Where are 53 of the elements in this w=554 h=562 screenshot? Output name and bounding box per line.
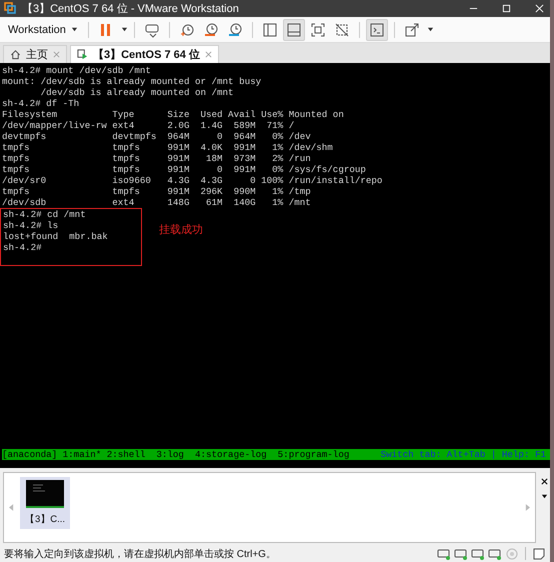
home-icon <box>10 49 21 60</box>
terminal-line: sh-4.2# mount /dev/sdb /mnt <box>2 65 152 76</box>
maximize-icon[interactable] <box>502 4 511 13</box>
terminal-line: lost+found mbr.bak <box>3 231 109 242</box>
fullscreen-icon <box>310 22 326 38</box>
vm-thumbnail[interactable]: 【3】C... <box>20 477 70 530</box>
close-icon[interactable] <box>541 478 548 486</box>
note-icon[interactable] <box>532 546 546 561</box>
terminal-line: sh-4.2# ls <box>3 220 60 232</box>
terminal-line: /dev/sdb is already mounted on /mnt <box>40 87 235 98</box>
vm-console[interactable] <box>0 63 550 468</box>
hard-disk-icon[interactable] <box>437 546 451 561</box>
close-tab-icon[interactable] <box>204 51 212 58</box>
annotation-text: 挂载成功 <box>159 223 203 238</box>
crossed-square-icon <box>334 22 350 38</box>
terminal-line: sh-4.2# <box>3 242 43 254</box>
bottom-panel-icon <box>286 22 302 38</box>
terminal-line: mount: /dev/sdb is already mounted or /mnt busy <box>2 76 262 88</box>
terminal-line: /dev/sr0 iso9660 4.3G 4.3G 0 100% /run/install/repo <box>2 175 384 186</box>
status-tabs: [anaconda] 1:main* 2:shell 3:log 4:storage-log 5:program-log <box>2 449 350 460</box>
window-title: 【3】CentOS 7 64 位 - VMware Workstation <box>22 2 239 16</box>
dropdown-icon[interactable] <box>541 493 548 500</box>
status-message: 要将输入定向到该虚拟机，请在虚拟机内部单击或按 Ctrl+G。 <box>4 548 276 561</box>
resize-icon <box>404 22 420 38</box>
workstation-menu[interactable]: Workstation <box>4 22 82 38</box>
clock-icon <box>202 22 219 38</box>
tab[interactable]: 【3】CentOS 7 64 位 <box>70 45 219 64</box>
terminal-line: /dev/mapper/live-rw ext4 2.0G 1.4G 589M 71% / <box>2 120 296 132</box>
caret-icon <box>70 26 78 34</box>
hard-disk-icon[interactable] <box>454 546 468 561</box>
bottom-panel-button[interactable] <box>282 18 305 41</box>
status-help: Switch tab: Alt+Tab | Help: F1 <box>380 449 546 460</box>
terminal-line: devtmpfs devtmpfs 964M 0 964M 0% /dev <box>2 131 312 142</box>
terminal-line: Filesystem Type Size Used Avail Use% Mounted on <box>2 109 345 120</box>
caret-icon[interactable] <box>426 26 434 34</box>
tab[interactable]: 主页 <box>3 45 67 64</box>
terminal-line: tmpfs tmpfs 991M 4.0K 991M 1% /dev/shm <box>2 142 334 154</box>
clock-icon <box>178 22 195 38</box>
console-preview-icon <box>26 480 64 508</box>
terminal-line: sh-4.2# df -Th <box>2 98 80 110</box>
caret-icon[interactable] <box>120 26 128 34</box>
app-logo-icon <box>4 2 16 14</box>
side-panel-icon <box>262 22 278 38</box>
terminal-line: /dev/sdb ext4 148G 61M 140G 1% /mnt <box>2 197 312 208</box>
vm-running-icon <box>77 49 88 60</box>
send-keys-icon <box>144 22 160 38</box>
terminal-line: tmpfs tmpfs 991M 296K 990M 1% /tmp <box>2 186 312 198</box>
terminal-line: tmpfs tmpfs 991M 0 991M 0% /sys/fs/cgroup <box>2 164 367 176</box>
terminal-line: tmpfs tmpfs 991M 18M 973M 2% /run <box>2 153 312 164</box>
clock-icon <box>226 22 243 38</box>
terminal-button[interactable] <box>366 18 388 41</box>
terminal-icon <box>368 22 385 38</box>
terminal-line: sh-4.2# cd /mnt <box>3 209 87 220</box>
